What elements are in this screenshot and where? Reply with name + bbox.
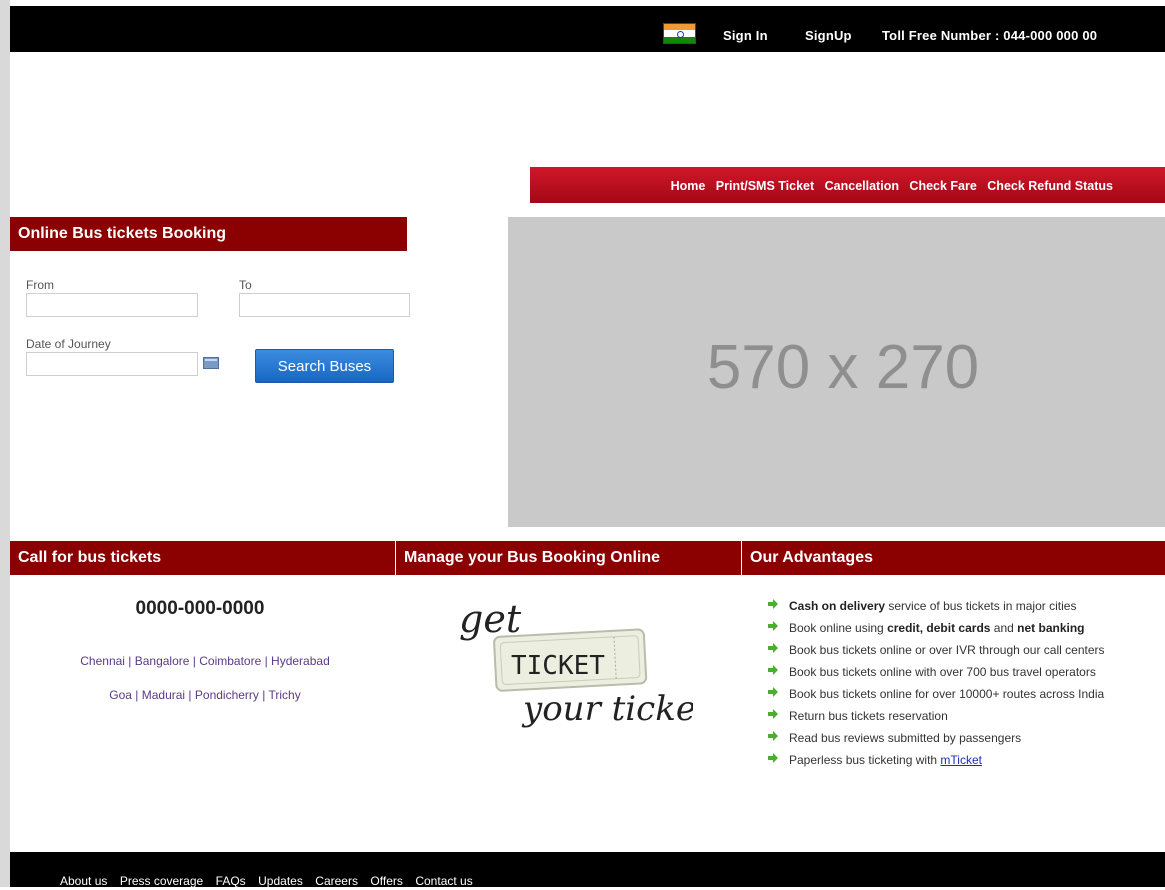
banner-placeholder: 570 x 270 bbox=[508, 217, 1165, 527]
green-arrow-icon bbox=[768, 599, 778, 609]
logo-your-ticket-text: your ticket bbox=[521, 689, 693, 729]
green-arrow-icon bbox=[768, 665, 778, 675]
call-for-tickets-title: Call for bus tickets bbox=[10, 541, 395, 575]
list-item: Book bus tickets online with over 700 bu… bbox=[765, 663, 1165, 681]
list-item: Read bus reviews submitted by passengers bbox=[765, 729, 1165, 747]
date-of-journey-input[interactable] bbox=[26, 352, 198, 376]
search-buses-button[interactable]: Search Buses bbox=[255, 349, 394, 383]
logo-ticket-text: TICKET bbox=[511, 651, 605, 681]
list-item: Cash on delivery service of bus tickets … bbox=[765, 597, 1165, 615]
footer-about-us[interactable]: About us bbox=[60, 874, 107, 888]
from-input[interactable] bbox=[26, 293, 198, 317]
main-nav: Home Print/SMS Ticket Cancellation Check… bbox=[530, 167, 1165, 203]
advantages-list: Cash on delivery service of bus tickets … bbox=[765, 597, 1165, 773]
nav-print-sms-ticket[interactable]: Print/SMS Ticket bbox=[716, 179, 814, 193]
list-item: Paperless bus ticketing with mTicket bbox=[765, 751, 1165, 769]
green-arrow-icon bbox=[768, 753, 778, 763]
get-ticket-logo[interactable]: get TICKET your ticket bbox=[453, 588, 710, 748]
list-item: Return bus tickets reservation bbox=[765, 707, 1165, 725]
page-frame: Sign In SignUp Toll Free Number : 044-00… bbox=[10, 0, 1165, 888]
booking-title: Online Bus tickets Booking bbox=[10, 217, 407, 251]
logo-get-text: get bbox=[459, 597, 522, 641]
nav-check-refund-status[interactable]: Check Refund Status bbox=[987, 179, 1113, 193]
sign-up-link[interactable]: SignUp bbox=[805, 28, 852, 43]
footer-offers[interactable]: Offers bbox=[370, 874, 402, 888]
sign-in-link[interactable]: Sign In bbox=[723, 28, 768, 43]
toll-free-number: Toll Free Number : 044-000 000 00 bbox=[882, 28, 1098, 43]
footer: About us Press coverage FAQs Updates Car… bbox=[10, 852, 1165, 888]
footer-press-coverage[interactable]: Press coverage bbox=[120, 874, 203, 888]
cities-list-2[interactable]: Goa | Madurai | Pondicherry | Trichy bbox=[10, 688, 400, 702]
mticket-link[interactable]: mTicket bbox=[940, 753, 982, 767]
nav-home[interactable]: Home bbox=[671, 179, 706, 193]
list-item: Book bus tickets online for over 10000+ … bbox=[765, 685, 1165, 703]
green-arrow-icon bbox=[768, 731, 778, 741]
green-arrow-icon bbox=[768, 621, 778, 631]
advantages-title: Our Advantages bbox=[742, 541, 1165, 575]
cities-list-1[interactable]: Chennai | Bangalore | Coimbatore | Hyder… bbox=[10, 654, 400, 668]
nav-cancellation[interactable]: Cancellation bbox=[825, 179, 899, 193]
date-of-journey-label: Date of Journey bbox=[26, 337, 111, 351]
green-arrow-icon bbox=[768, 643, 778, 653]
to-input[interactable] bbox=[239, 293, 410, 317]
list-item: Book bus tickets online or over IVR thro… bbox=[765, 641, 1165, 659]
top-bar: Sign In SignUp Toll Free Number : 044-00… bbox=[10, 6, 1165, 52]
from-label: From bbox=[26, 278, 54, 292]
list-item: Book online using credit, debit cards an… bbox=[765, 619, 1165, 637]
phone-number: 0000-000-0000 bbox=[135, 598, 265, 619]
page-left-border bbox=[0, 0, 10, 887]
manage-booking-title: Manage your Bus Booking Online bbox=[396, 541, 741, 575]
green-arrow-icon bbox=[768, 687, 778, 697]
banner-placeholder-text: 570 x 270 bbox=[706, 333, 980, 402]
footer-contact-us[interactable]: Contact us bbox=[415, 874, 472, 888]
footer-updates[interactable]: Updates bbox=[258, 874, 303, 888]
to-label: To bbox=[239, 278, 252, 292]
nav-check-fare[interactable]: Check Fare bbox=[909, 179, 976, 193]
footer-faqs[interactable]: FAQs bbox=[216, 874, 246, 888]
green-arrow-icon bbox=[768, 709, 778, 719]
india-flag-icon[interactable] bbox=[663, 23, 696, 44]
footer-careers[interactable]: Careers bbox=[315, 874, 358, 888]
calendar-icon[interactable] bbox=[203, 357, 219, 369]
